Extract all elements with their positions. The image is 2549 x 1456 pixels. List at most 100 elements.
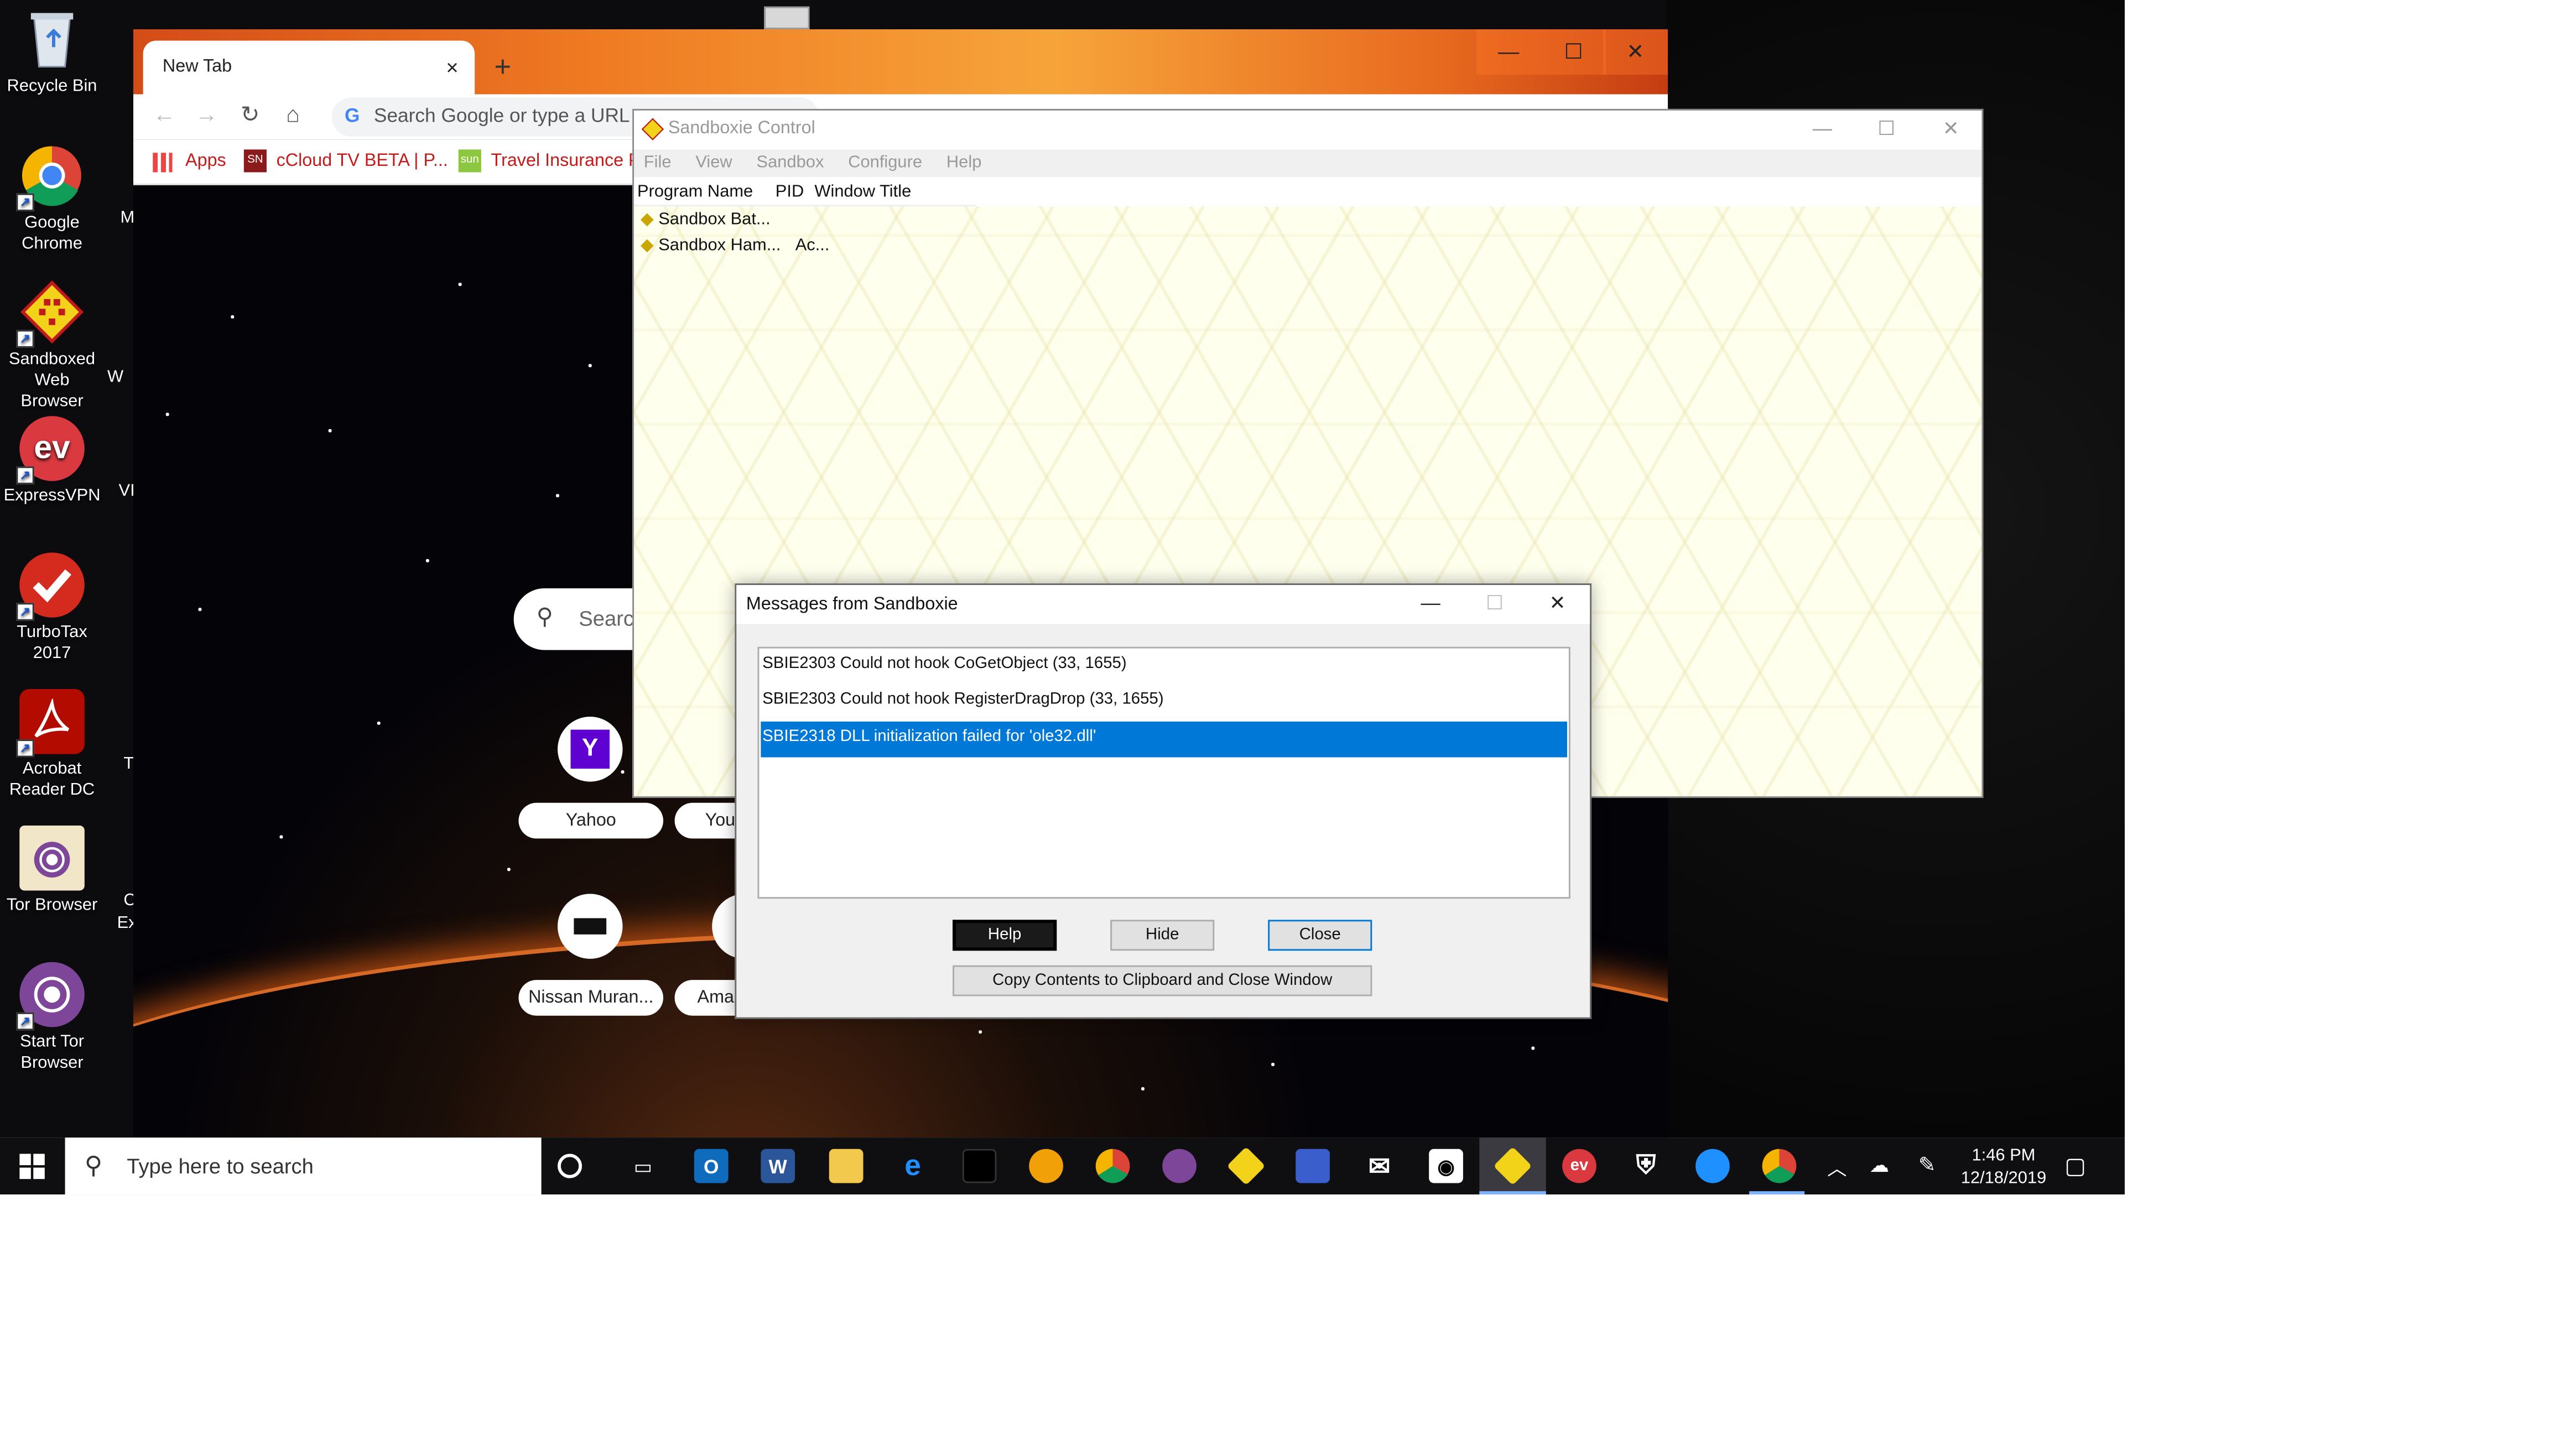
- column-window-title[interactable]: Window Title: [814, 182, 911, 201]
- outlook-icon[interactable]: O: [694, 1149, 729, 1183]
- chevron-up-icon[interactable]: ︿: [1827, 1154, 1846, 1182]
- menu-sandbox[interactable]: Sandbox: [757, 153, 824, 172]
- desktop-icon-tor-browser[interactable]: Tor Browser: [3, 825, 101, 917]
- desktop-icon-expressvpn[interactable]: ev ↗ ExpressVPN: [3, 416, 101, 507]
- copy-and-close-button[interactable]: Copy Contents to Clipboard and Close Win…: [953, 965, 1372, 996]
- partial-desktop-label: T: [123, 754, 134, 774]
- sandboxie-icon: ↗: [16, 279, 85, 348]
- desktop-icon-label: Start Tor Browser: [20, 1032, 85, 1073]
- partial-desktop-label: VI: [118, 481, 135, 501]
- menu-configure[interactable]: Configure: [848, 153, 922, 172]
- tab-new-tab[interactable]: New Tab ×: [143, 40, 475, 95]
- menu-help[interactable]: Help: [946, 153, 982, 172]
- camera-icon[interactable]: ◉: [1429, 1149, 1463, 1183]
- sandbox-name: Sandbox Bat...: [658, 210, 771, 229]
- omnibox-placeholder: Search Google or type a URL: [373, 104, 630, 127]
- minimize-icon[interactable]: —: [1476, 29, 1541, 75]
- sandboxie-control-title: Sandboxie Control: [668, 118, 815, 138]
- desktop-icon-turbotax[interactable]: ↗ TurboTax 2017: [3, 552, 101, 665]
- sandbox-pid: Ac...: [795, 236, 830, 255]
- sandboxie-control-titlebar: Sandboxie Control — ☐ ✕: [634, 110, 1982, 150]
- list-item-selected[interactable]: SBIE2318 DLL initialization failed for '…: [761, 721, 1568, 758]
- hide-button[interactable]: Hide: [1110, 920, 1215, 951]
- active-indicator: [1749, 1191, 1805, 1195]
- word-icon[interactable]: W: [761, 1149, 795, 1183]
- sandbox-name: Sandbox Ham...: [658, 236, 781, 255]
- column-pid[interactable]: PID: [776, 182, 804, 201]
- reload-icon[interactable]: ↻: [241, 101, 259, 128]
- desktop-icon-google-chrome[interactable]: ↗ Google Chrome: [3, 143, 101, 255]
- onedrive-icon[interactable]: ☁: [1870, 1154, 1889, 1177]
- help-button[interactable]: Help: [953, 920, 1057, 951]
- bookmark-travel-insurance[interactable]: Travel Insurance Pla: [491, 151, 654, 170]
- list-item[interactable]: ◆ Sandbox Ham... Ac...: [641, 236, 830, 255]
- taskbar-search-box[interactable]: ⚲ Type here to search: [65, 1137, 542, 1195]
- app-icon[interactable]: [962, 1149, 997, 1183]
- close-icon[interactable]: ✕: [1943, 117, 1959, 140]
- menu-view[interactable]: View: [695, 153, 732, 172]
- app-icon[interactable]: [1695, 1149, 1730, 1183]
- new-tab-button[interactable]: +: [494, 50, 511, 85]
- chrome-icon: ↗: [16, 143, 85, 212]
- cortana-icon[interactable]: [558, 1154, 582, 1178]
- menu-bar: File View Sandbox Configure Help: [634, 149, 1982, 178]
- desktop-icon-label: Acrobat Reader DC: [9, 759, 95, 800]
- pen-icon[interactable]: ✎: [1918, 1152, 1936, 1178]
- chrome-canary-icon[interactable]: [1029, 1149, 1063, 1183]
- close-icon[interactable]: ✕: [1603, 29, 1668, 75]
- bookmark-ccloud[interactable]: cCloud TV BETA | P...: [277, 151, 448, 170]
- column-program-name[interactable]: Program Name: [637, 182, 753, 201]
- close-icon[interactable]: ✕: [1549, 592, 1566, 614]
- shortcut-yahoo-label[interactable]: Yahoo: [518, 802, 664, 839]
- bookmark-apps[interactable]: Apps: [185, 151, 226, 170]
- maximize-icon[interactable]: ☐: [1541, 29, 1606, 75]
- clock[interactable]: 1:46 PM 12/18/2019: [1951, 1144, 2057, 1189]
- desktop-icon-label: ExpressVPN: [3, 486, 101, 505]
- recycle-bin-icon: [19, 7, 85, 72]
- file-explorer-icon[interactable]: [829, 1149, 863, 1183]
- app-icon[interactable]: [1296, 1149, 1330, 1183]
- close-button[interactable]: Close: [1268, 920, 1372, 951]
- minimize-icon[interactable]: —: [1813, 117, 1832, 140]
- window-thumbnail: [764, 6, 810, 29]
- action-center-icon[interactable]: ▢: [2064, 1152, 2086, 1180]
- shortcut-yahoo-icon[interactable]: Y: [558, 717, 623, 782]
- chrome-icon[interactable]: [1762, 1149, 1797, 1183]
- desktop-icon-sandboxed-web-browser[interactable]: ↗ Sandboxed Web Browser: [3, 279, 101, 413]
- desktop-icon-start-tor-browser[interactable]: ↗ Start Tor Browser: [3, 962, 101, 1074]
- sandbox-icon: ◆: [640, 236, 654, 255]
- shortcut-nissan-label[interactable]: Nissan Muran...: [518, 980, 664, 1016]
- start-button[interactable]: [19, 1154, 45, 1180]
- shield-icon[interactable]: ⛨: [1629, 1149, 1663, 1183]
- screen: Recycle Bin ↗ Google Chrome ↗ Sandboxed …: [0, 0, 2549, 1456]
- list-item[interactable]: SBIE2303 Could not hook CoGetObject (33,…: [761, 649, 1567, 681]
- desktop-icon-recycle-bin[interactable]: Recycle Bin: [3, 7, 101, 98]
- program-list-header: Program Name PID Window Title: [634, 177, 976, 207]
- list-item[interactable]: ◆ Sandbox Bat...: [641, 210, 771, 229]
- tor-folder-icon: [19, 825, 85, 891]
- tab-close-icon[interactable]: ×: [446, 55, 458, 80]
- minimize-icon[interactable]: —: [1421, 592, 1440, 614]
- expressvpn-icon[interactable]: ev: [1562, 1149, 1596, 1183]
- forward-icon[interactable]: →: [195, 101, 218, 127]
- back-icon[interactable]: ←: [153, 101, 175, 127]
- search-icon: ⚲: [536, 603, 553, 629]
- tab-title: New Tab: [162, 56, 232, 77]
- apps-icon: [153, 153, 173, 173]
- tor-icon[interactable]: [1162, 1149, 1197, 1183]
- shortcut-nissan-icon[interactable]: [558, 894, 623, 959]
- task-view-icon[interactable]: ▭: [626, 1149, 660, 1183]
- chrome-icon[interactable]: [1095, 1149, 1130, 1183]
- desktop-icon-acrobat-reader[interactable]: ↗ Acrobat Reader DC: [3, 689, 101, 801]
- desktop-icon-label: Recycle Bin: [7, 76, 97, 96]
- menu-file[interactable]: File: [644, 153, 672, 172]
- messages-list[interactable]: SBIE2303 Could not hook CoGetObject (33,…: [757, 646, 1570, 899]
- maximize-icon[interactable]: ☐: [1877, 117, 1895, 140]
- sandboxie-icon[interactable]: [1226, 1146, 1266, 1186]
- sandboxie-control-taskbar-button[interactable]: [1479, 1137, 1546, 1195]
- mail-icon[interactable]: ✉: [1362, 1149, 1397, 1183]
- sandbox-icon: ◆: [640, 210, 654, 229]
- home-icon[interactable]: ⌂: [286, 101, 300, 127]
- list-item[interactable]: SBIE2303 Could not hook RegisterDragDrop…: [761, 684, 1567, 717]
- edge-icon[interactable]: e: [896, 1149, 930, 1183]
